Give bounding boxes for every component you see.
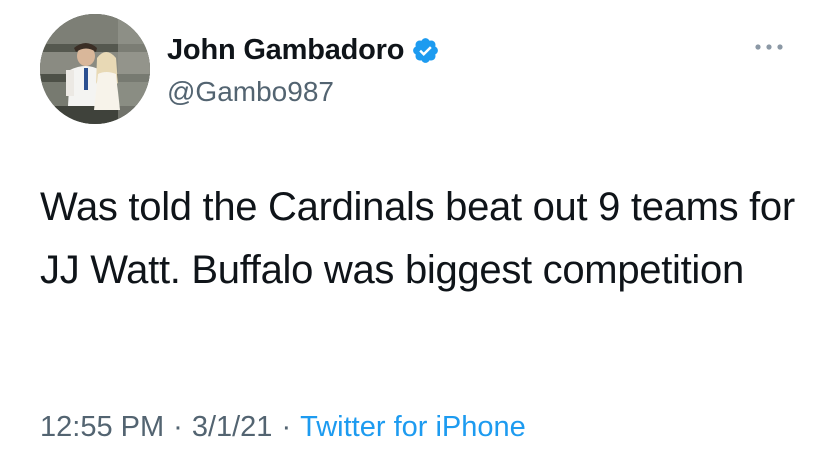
separator: · (173, 411, 183, 443)
separator: · (281, 411, 292, 443)
user-handle[interactable]: @Gambo987 (167, 76, 440, 108)
tweet-source-link[interactable]: Twitter for iPhone (300, 411, 526, 443)
profile-photo-icon (40, 14, 150, 124)
author-block: John Gambadoro @Gambo987 (167, 30, 440, 108)
more-options-icon[interactable] (753, 40, 785, 54)
tweet-time[interactable]: 12:55 PM (40, 411, 164, 443)
tweet-metadata: 12:55 PM · 3/1/21 · Twitter for iPhone (40, 411, 526, 444)
tweet-date[interactable]: 3/1/21 (192, 411, 273, 443)
display-name[interactable]: John Gambadoro (167, 34, 404, 67)
tweet-card: John Gambadoro @Gambo987 Was told the Ca… (0, 0, 828, 475)
avatar[interactable] (40, 14, 150, 124)
name-row: John Gambadoro (167, 30, 440, 70)
tweet-text: Was told the Cardinals beat out 9 teams … (40, 185, 795, 292)
verified-badge-icon (411, 36, 440, 65)
